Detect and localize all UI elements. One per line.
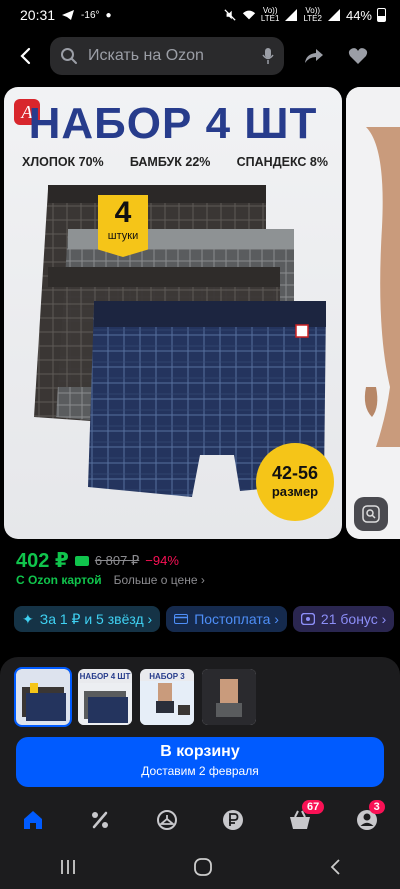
variant-thumb-4[interactable]	[202, 669, 256, 725]
battery-icon	[377, 8, 386, 22]
variant-thumb-3[interactable]: НАБОР 3	[140, 669, 194, 725]
mute-icon	[224, 9, 236, 21]
chip-bonus[interactable]: 21 бонус ›	[292, 606, 395, 632]
promo-chips: ✦ За 1 ₽ и 5 звёзд › Постоплата › 21 бон…	[14, 606, 395, 632]
tab-profile[interactable]: 3	[347, 800, 387, 840]
card-icon	[174, 614, 189, 624]
tab-fresh[interactable]	[147, 800, 187, 840]
price-sub-row: С Ozon картой Больше о цене ›	[16, 573, 205, 587]
chip-postpay[interactable]: Постоплата ›	[166, 606, 287, 632]
sparkle-icon: ✦	[22, 610, 34, 627]
product-second-image[interactable]	[346, 87, 400, 539]
search-field[interactable]: Искать на Ozon	[50, 37, 284, 75]
system-navigation-bar	[0, 849, 400, 889]
signal-icon	[285, 9, 298, 21]
tab-home[interactable]	[13, 800, 53, 840]
variant-thumbnails: НАБОР 4 ШТ НАБОР 3	[14, 667, 256, 727]
signal-icon-2	[327, 9, 340, 21]
price-old: 6 807 ₽	[94, 552, 140, 568]
share-icon	[305, 49, 323, 63]
status-time: 20:31	[20, 7, 56, 23]
hanger-icon	[156, 810, 177, 830]
ruble-icon	[223, 810, 244, 830]
recent-apps-icon	[60, 859, 75, 874]
home-circle-icon	[194, 857, 212, 876]
chevron-left-icon	[20, 47, 31, 65]
search-icon	[61, 48, 77, 64]
with-card-label: С Ozon картой	[16, 573, 102, 587]
system-back-button[interactable]	[329, 858, 341, 881]
add-to-cart-button[interactable]: В корзину Доставим 2 февраля	[16, 737, 384, 787]
dot-icon: ●	[105, 9, 112, 21]
network-1: Vo)) LTE1	[260, 6, 280, 23]
microphone-icon[interactable]	[262, 47, 274, 65]
cart-button-title: В корзину	[160, 743, 240, 760]
bonus-icon	[300, 613, 315, 625]
product-gallery[interactable]: A НАБОР 4 ШТ ХЛОПОК 70% БАМБУК 22% СПАНД…	[0, 87, 400, 539]
telegram-icon	[62, 10, 75, 20]
network-2: Vo)) LTE2	[303, 6, 322, 23]
size-badge: 42-56 размер	[256, 443, 334, 521]
model-photo	[346, 87, 400, 539]
home-icon	[24, 811, 43, 829]
favorite-button[interactable]	[336, 36, 380, 76]
more-price-link[interactable]: Больше о цене ›	[114, 573, 205, 587]
back-button[interactable]	[0, 36, 50, 76]
variant-thumb-1[interactable]	[14, 667, 72, 727]
profile-count-badge: 3	[368, 800, 385, 814]
heart-icon	[348, 48, 368, 64]
cart-count-badge: 67	[301, 800, 325, 814]
card-icon	[74, 555, 89, 566]
count-badge: 4 штуки	[98, 195, 148, 257]
tab-cart[interactable]: 67	[280, 800, 325, 840]
status-temp: -16°	[81, 9, 100, 21]
product-main-image[interactable]: A НАБОР 4 ШТ ХЛОПОК 70% БАМБУК 22% СПАНД…	[4, 87, 342, 539]
tab-discounts[interactable]	[80, 800, 120, 840]
chip-stars[interactable]: ✦ За 1 ₽ и 5 звёзд ›	[14, 606, 161, 632]
variant-thumb-2[interactable]: НАБОР 4 ШТ	[78, 669, 132, 725]
tab-finance[interactable]	[213, 800, 253, 840]
share-button[interactable]	[292, 36, 336, 76]
chevron-left-icon	[331, 858, 340, 875]
battery-percent: 44%	[345, 7, 372, 23]
top-header: Искать на Ozon	[0, 34, 400, 78]
bottom-tab-bar: 67 3	[0, 800, 400, 840]
status-bar: 20:31 -16° ● Vo)) LTE1 Vo)) LTE2 44%	[0, 0, 400, 30]
price-discount: −94%	[145, 553, 179, 568]
wifi-icon	[242, 10, 256, 20]
percent-icon	[91, 811, 108, 829]
cart-button-subtitle: Доставим 2 февраля	[141, 764, 259, 778]
recent-apps-button[interactable]	[59, 859, 77, 880]
camera-search-icon	[362, 505, 380, 523]
search-placeholder: Искать на Ozon	[88, 47, 204, 64]
visual-search-button[interactable]	[354, 497, 388, 531]
price-row: 402 ₽ 6 807 ₽ −94%	[16, 548, 179, 573]
home-system-button[interactable]	[194, 857, 212, 881]
price-current: 402 ₽	[16, 550, 69, 572]
